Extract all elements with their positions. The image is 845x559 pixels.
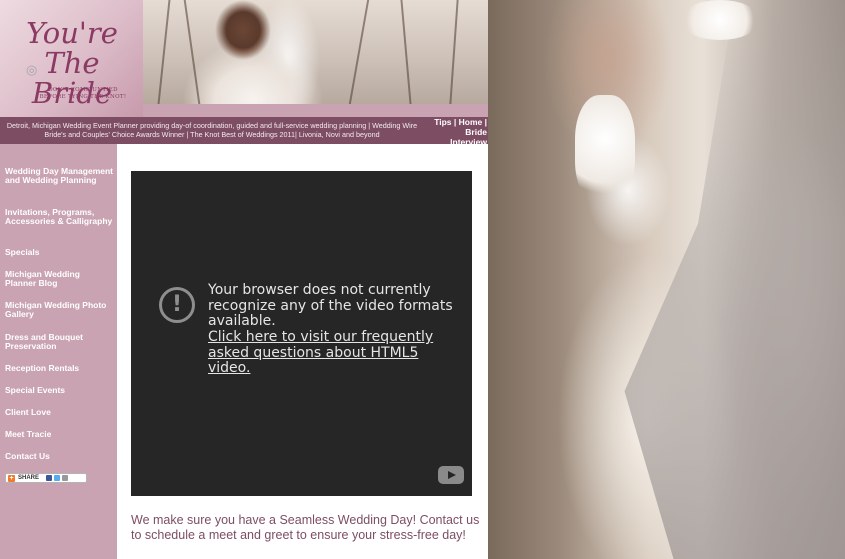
background-dress-flower <box>575 95 635 205</box>
top-links: Tips | Home | Bride Interview <box>434 117 487 147</box>
logo[interactable]: You're The Bride ◎ DON'T COME UNTIED BEF… <box>0 0 143 117</box>
tree-branch <box>183 0 201 104</box>
banner-strip <box>143 104 488 117</box>
tree-branch <box>348 0 370 104</box>
twitter-icon <box>54 475 61 481</box>
html5-video-faq-link[interactable]: Click here to visit our frequently asked… <box>208 329 438 377</box>
header: You're The Bride ◎ DON'T COME UNTIED BEF… <box>0 0 488 117</box>
content-tagline: We make sure you have a Seamless Wedding… <box>131 513 480 542</box>
sidebar-item-wedding-day-management[interactable]: Wedding Day Management and Wedding Plann… <box>5 167 113 185</box>
tree-branch <box>400 0 412 104</box>
logo-tagline: DON'T COME UNTIED BEFORE TYING THE KNOT! <box>39 87 127 100</box>
plus-icon: + <box>8 474 15 482</box>
share-service-icons <box>46 475 69 481</box>
youtube-icon[interactable] <box>438 466 464 484</box>
sidebar-item-specials[interactable]: Specials <box>5 248 113 257</box>
sidebar-item-meet-tracie[interactable]: Meet Tracie <box>5 430 113 439</box>
site-description: Detroit, Michigan Wedding Event Planner … <box>6 121 418 139</box>
sidebar-item-client-love[interactable]: Client Love <box>5 408 113 417</box>
sidebar-item-dress-preservation[interactable]: Dress and Bouquet Preservation <box>5 333 113 351</box>
sidebar-item-blog[interactable]: Michigan Wedding Planner Blog <box>5 270 113 288</box>
sidebar-item-photo-gallery[interactable]: Michigan Wedding Photo Gallery <box>5 301 113 319</box>
sidebar-item-special-events[interactable]: Special Events <box>5 386 113 395</box>
video-error-message: Your browser does not currently recogniz… <box>208 282 453 329</box>
sidebar-item-reception-rentals[interactable]: Reception Rentals <box>5 364 113 373</box>
share-label: SHARE <box>18 475 40 481</box>
top-link-tips[interactable]: Tips <box>434 117 451 127</box>
ring-icon: ◎ <box>26 62 38 77</box>
top-link-bride[interactable]: Bride <box>465 127 487 137</box>
sidebar-item-invitations[interactable]: Invitations, Programs, Accessories & Cal… <box>5 208 113 226</box>
sidebar-item-contact-us[interactable]: Contact Us <box>5 452 113 461</box>
email-icon <box>62 475 69 481</box>
top-bar: Detroit, Michigan Wedding Event Planner … <box>0 117 488 147</box>
background-hair-flower <box>680 0 760 40</box>
share-button[interactable]: + SHARE <box>5 473 87 483</box>
site-container: You're The Bride ◎ DON'T COME UNTIED BEF… <box>0 0 488 559</box>
tree-branch <box>157 0 171 104</box>
top-link-home[interactable]: Home <box>459 117 483 127</box>
tree-branch <box>449 0 459 104</box>
sidebar: Wedding Day Management and Wedding Plann… <box>0 144 117 559</box>
banner-bride-photo <box>143 0 488 104</box>
alert-icon: ! <box>159 287 195 323</box>
facebook-icon <box>46 475 53 481</box>
